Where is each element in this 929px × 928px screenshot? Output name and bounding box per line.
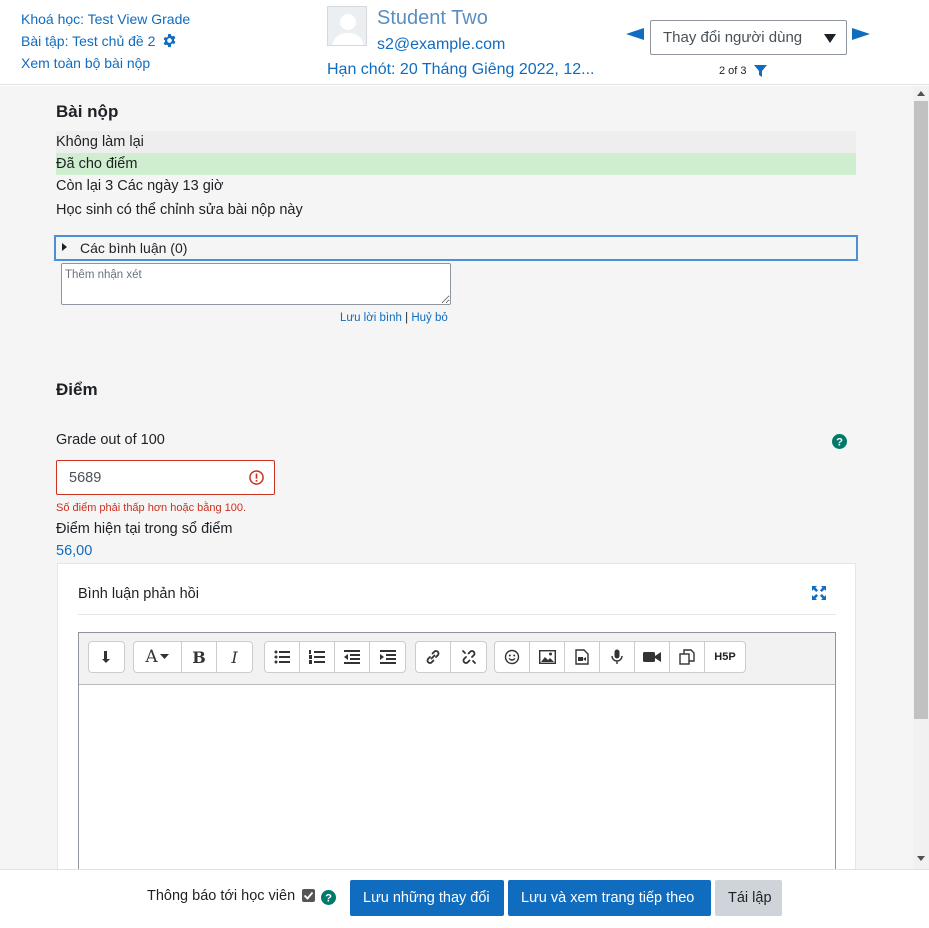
toolbar-group-collapse bbox=[88, 641, 125, 673]
save-changes-button[interactable]: Lưu những thay đổi bbox=[350, 880, 504, 916]
font-style-icon[interactable]: A bbox=[134, 642, 182, 672]
current-grade-label: Điểm hiện tại trong sổ điểm bbox=[56, 521, 233, 537]
italic-glyph: I bbox=[231, 647, 238, 667]
help-icon[interactable]: ? bbox=[321, 890, 336, 905]
next-user-arrow-icon[interactable] bbox=[852, 28, 870, 40]
comments-toggle[interactable]: Các bình luận (0) bbox=[54, 235, 858, 261]
time-remaining: Còn lại 3 Các ngày 13 giờ bbox=[56, 178, 224, 194]
font-style-glyph: A bbox=[145, 647, 158, 667]
italic-icon[interactable]: I bbox=[217, 642, 252, 672]
manage-files-icon[interactable] bbox=[670, 642, 705, 672]
gear-icon[interactable] bbox=[162, 33, 177, 48]
attempt-status: Không làm lại bbox=[56, 131, 856, 153]
scroll-down-arrow-icon[interactable] bbox=[917, 856, 925, 861]
media-icon[interactable] bbox=[565, 642, 600, 672]
current-grade-link[interactable]: 56,00 bbox=[56, 543, 92, 559]
avatar[interactable] bbox=[327, 6, 367, 46]
bold-glyph: B bbox=[192, 647, 206, 667]
feedback-editor: A B I H5P bbox=[78, 632, 836, 869]
grade-label: Grade out of 100 bbox=[56, 432, 165, 448]
feedback-label: Bình luận phản hồi bbox=[78, 586, 199, 602]
svg-text:?: ? bbox=[325, 893, 332, 905]
image-icon[interactable] bbox=[530, 642, 565, 672]
feedback-editor-content[interactable] bbox=[79, 685, 835, 869]
emoji-icon[interactable] bbox=[495, 642, 530, 672]
h5p-icon[interactable]: H5P bbox=[705, 642, 745, 672]
comments-toggle-label: Các bình luận (0) bbox=[80, 240, 188, 256]
filter-icon[interactable] bbox=[754, 65, 767, 77]
change-user-select[interactable]: Thay đổi người dùng bbox=[650, 20, 847, 55]
grading-actions-bar: Thông báo tới học viên ? Lưu những thay … bbox=[0, 869, 929, 928]
help-icon[interactable]: ? bbox=[832, 434, 847, 449]
bold-icon[interactable]: B bbox=[182, 642, 217, 672]
numbered-list-icon[interactable] bbox=[300, 642, 335, 672]
bullet-list-icon[interactable] bbox=[265, 642, 300, 672]
outdent-icon[interactable] bbox=[335, 642, 370, 672]
comment-actions: Lưu lời bình | Huỷ bỏ bbox=[340, 312, 448, 324]
feedback-comments-panel: Bình luận phản hồi A B I H5P bbox=[57, 563, 856, 869]
grade-input[interactable] bbox=[57, 461, 237, 494]
record-audio-icon[interactable] bbox=[600, 642, 635, 672]
submission-heading: Bài nộp bbox=[56, 102, 119, 121]
collapse-icon[interactable] bbox=[89, 642, 124, 672]
course-link[interactable]: Khoá học: Test View Grade bbox=[21, 11, 190, 27]
checkmark-icon bbox=[303, 891, 314, 900]
toolbar-group-style: A B I bbox=[133, 641, 253, 673]
scroll-up-arrow-icon[interactable] bbox=[917, 91, 925, 96]
editor-toolbar: A B I H5P bbox=[79, 633, 835, 685]
notify-students-checkbox[interactable] bbox=[302, 889, 315, 902]
grade-input-wrapper bbox=[56, 460, 275, 495]
comment-textarea[interactable] bbox=[61, 263, 451, 305]
toolbar-group-media: H5P bbox=[494, 641, 746, 673]
grader-header: Khoá học: Test View Grade Bài tập: Test … bbox=[0, 0, 929, 85]
toolbar-group-lists bbox=[264, 641, 406, 673]
save-and-show-next-button[interactable]: Lưu và xem trang tiếp theo bbox=[508, 880, 711, 916]
notify-students-label: Thông báo tới học viên bbox=[147, 888, 296, 904]
feedback-divider bbox=[78, 614, 836, 615]
error-icon bbox=[249, 470, 264, 485]
change-user-select-value: Thay đổi người dùng bbox=[663, 29, 803, 46]
caret-right-icon bbox=[62, 243, 67, 251]
assignment-link[interactable]: Bài tập: Test chủ đề 2 bbox=[21, 33, 155, 49]
scrollbar-thumb[interactable] bbox=[914, 101, 928, 719]
grade-error-message: Số điểm phải thấp hơn hoặc bằng 100. bbox=[56, 502, 247, 514]
reset-button[interactable]: Tái lập bbox=[715, 880, 782, 916]
course-navigation: Khoá học: Test View Grade Bài tập: Test … bbox=[21, 8, 190, 74]
user-page-count: 2 of 3 bbox=[719, 65, 747, 77]
editable-note: Học sinh có thể chỉnh sửa bài nộp này bbox=[56, 202, 303, 218]
grading-status: Đã cho điểm bbox=[56, 153, 856, 175]
h5p-label: H5P bbox=[714, 651, 736, 663]
user-email-link[interactable]: s2@example.com bbox=[377, 36, 505, 54]
grade-heading: Điểm bbox=[56, 380, 98, 399]
record-video-icon[interactable] bbox=[635, 642, 670, 672]
vertical-scrollbar[interactable] bbox=[913, 86, 929, 869]
view-all-submissions-link[interactable]: Xem toàn bộ bài nộp bbox=[21, 55, 150, 71]
unlink-icon[interactable] bbox=[451, 642, 486, 672]
cancel-comment-link[interactable]: Huỷ bỏ bbox=[411, 312, 447, 324]
save-comment-link[interactable]: Lưu lời bình bbox=[340, 312, 402, 324]
previous-user-arrow-icon[interactable] bbox=[626, 28, 644, 40]
user-name-link[interactable]: Student Two bbox=[377, 7, 488, 30]
comment-actions-separator: | bbox=[401, 312, 412, 324]
toolbar-group-links bbox=[415, 641, 487, 673]
grading-panel[interactable]: Bài nộp Không làm lại Đã cho điểm Còn lạ… bbox=[0, 86, 913, 869]
expand-icon[interactable] bbox=[812, 586, 826, 600]
indent-icon[interactable] bbox=[370, 642, 405, 672]
user-silhouette-icon bbox=[332, 14, 364, 45]
due-date: Hạn chót: 20 Tháng Giêng 2022, 12... bbox=[327, 61, 595, 78]
svg-text:?: ? bbox=[836, 437, 843, 449]
link-icon[interactable] bbox=[416, 642, 451, 672]
chevron-down-icon bbox=[824, 34, 836, 43]
